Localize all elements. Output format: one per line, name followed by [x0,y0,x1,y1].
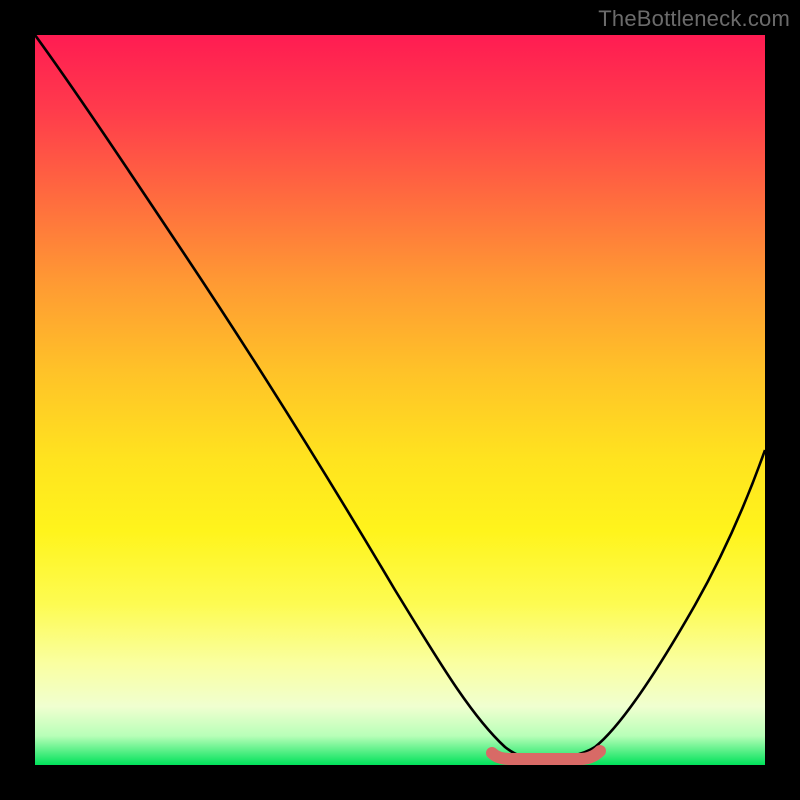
bottleneck-curve [35,35,765,759]
curve-layer [35,35,765,765]
chart-frame: TheBottleneck.com [0,0,800,800]
watermark-text: TheBottleneck.com [598,6,790,32]
plot-area [35,35,765,765]
